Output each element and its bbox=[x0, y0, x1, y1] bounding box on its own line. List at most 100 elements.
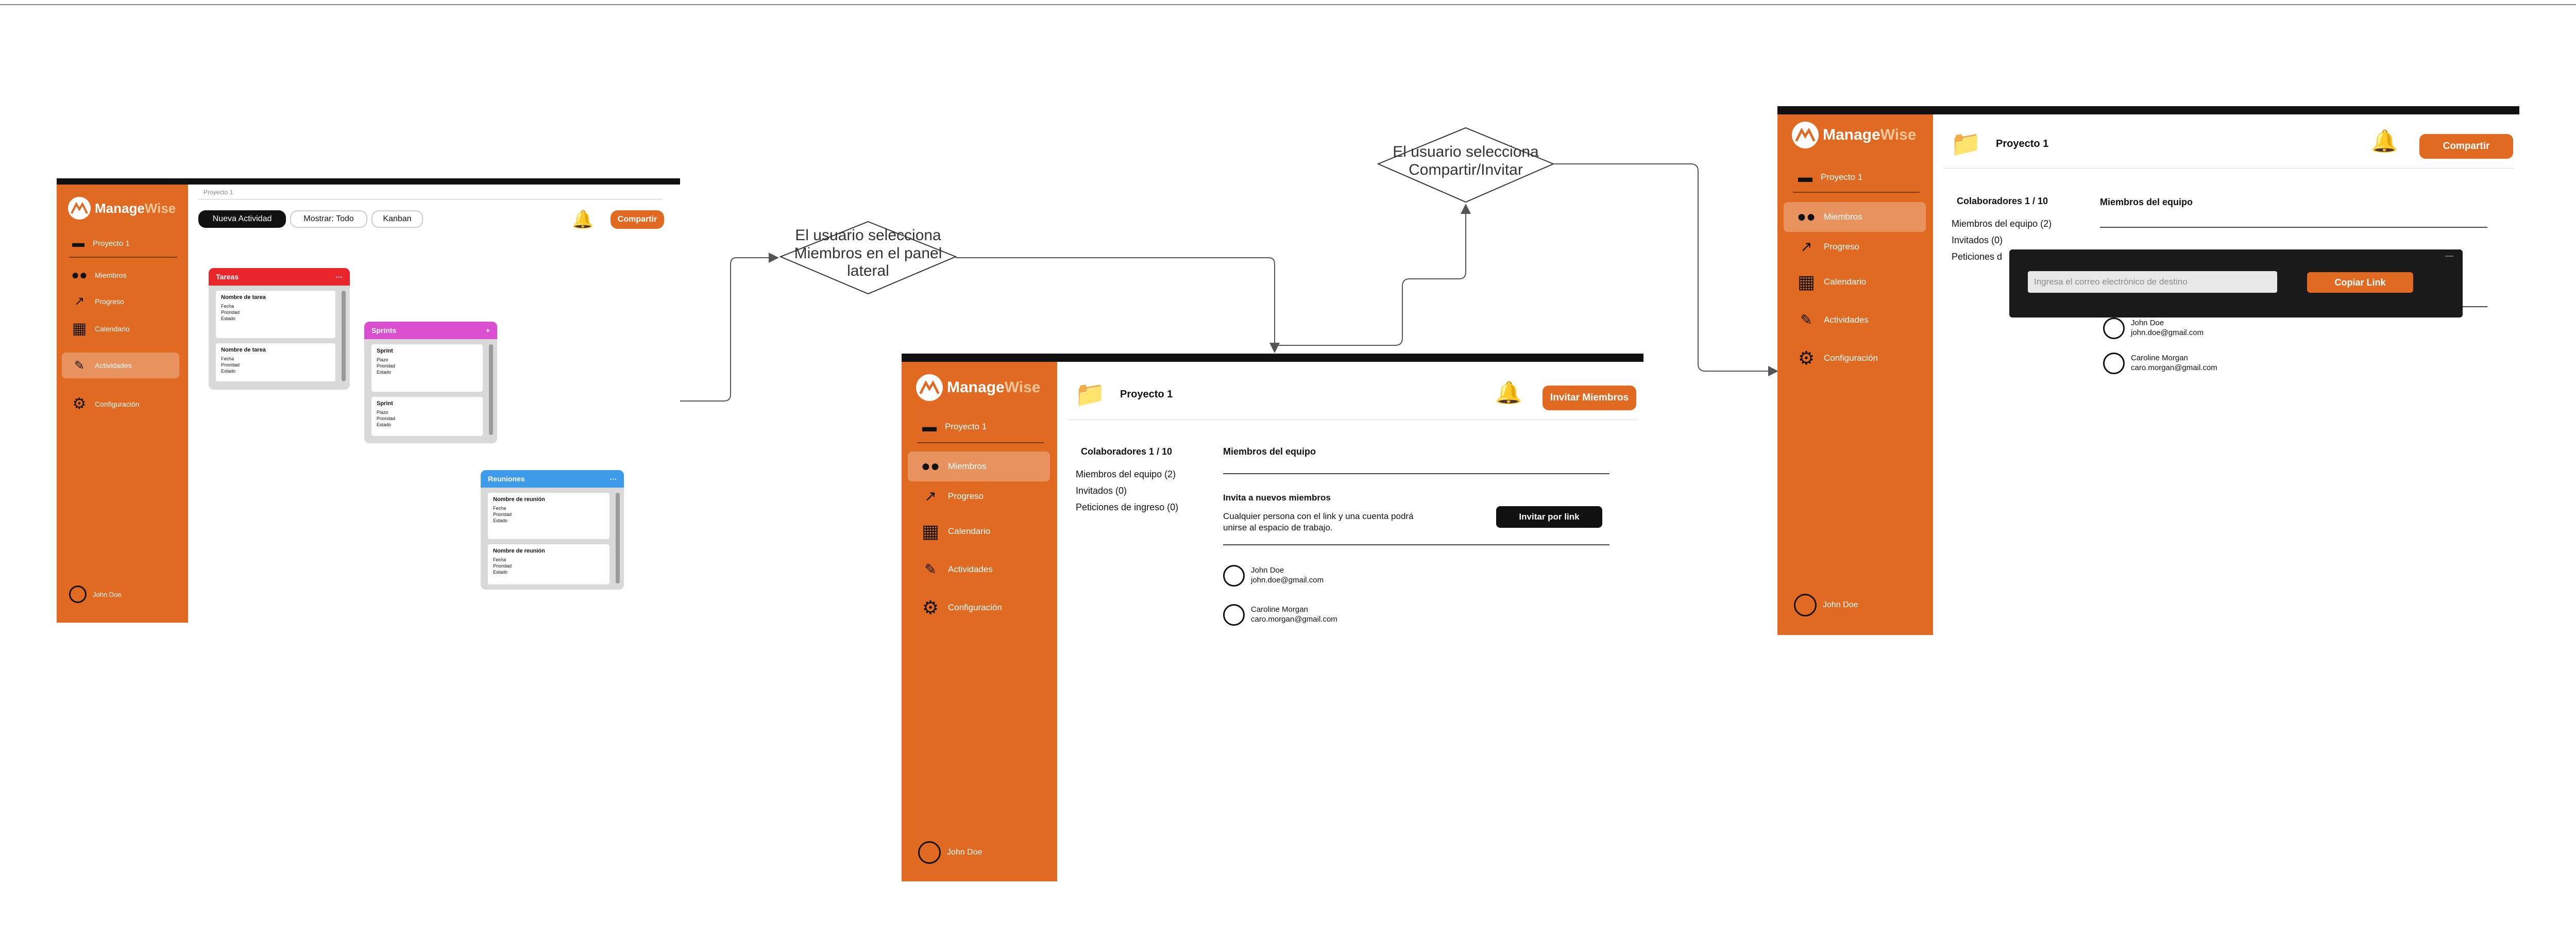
sidebar-item-project[interactable]: ▬ Proyecto 1 bbox=[919, 419, 987, 435]
sidebar-item-progress[interactable]: ↗ Progreso bbox=[919, 488, 984, 505]
more-icon[interactable]: ⋯ bbox=[609, 475, 617, 483]
calendar-icon: ▦ bbox=[921, 521, 939, 542]
user-name: John Doe bbox=[1823, 600, 1858, 609]
logo-mark-icon bbox=[1792, 122, 1819, 148]
team-heading: Miembros del equipo bbox=[2100, 197, 2193, 207]
member-row[interactable]: John Doe john.doe@gmail.com bbox=[1223, 565, 1324, 587]
brand-name: Manage bbox=[947, 379, 1005, 396]
brand-logo: Manage Wise bbox=[916, 374, 1040, 401]
sidebar-item-label: Actividades bbox=[1824, 314, 1869, 325]
sidebar-item-members[interactable]: ●● Miembros bbox=[69, 267, 126, 283]
member-name: John Doe bbox=[2131, 319, 2164, 328]
sidebar-item-calendar[interactable]: ▦ Calendario bbox=[69, 320, 130, 338]
filter-team-members[interactable]: Miembros del equipo (2) bbox=[1076, 469, 1176, 480]
member-row[interactable]: John Doe john.doe@gmail.com bbox=[2103, 318, 2204, 339]
user-profile[interactable]: John Doe bbox=[69, 586, 122, 603]
sidebar-item-progress[interactable]: ↗ Progreso bbox=[69, 294, 124, 309]
filter-join-requests[interactable]: Peticiones d bbox=[1952, 252, 2002, 262]
card-field: Prioridad bbox=[221, 362, 240, 368]
sidebar-item-activities[interactable]: ✎ Actividades bbox=[1795, 311, 1869, 328]
brand-logo: Manage Wise bbox=[68, 197, 176, 220]
sidebar-divider bbox=[917, 442, 1044, 443]
logo-mark-icon bbox=[916, 374, 943, 401]
filter-dropdown[interactable]: Mostrar: Todo bbox=[290, 210, 367, 228]
folder-icon: 📁 bbox=[1951, 130, 1981, 158]
modal-close-button[interactable]: — bbox=[2445, 252, 2453, 261]
chart-up-icon: ↗ bbox=[74, 294, 85, 308]
kanban-card[interactable]: Sprint Plazo Prioridad Estado bbox=[371, 397, 483, 436]
filter-team-members[interactable]: Miembros del equipo (2) bbox=[1952, 219, 2052, 229]
bell-icon[interactable]: 🔔 bbox=[1495, 380, 1522, 406]
decision-members-label: El usuario selecciona Miembros en el pan… bbox=[794, 227, 942, 279]
new-activity-button[interactable]: Nueva Actividad bbox=[198, 210, 286, 228]
invite-members-button[interactable]: Invitar Miembros bbox=[1543, 386, 1636, 410]
more-icon[interactable]: ⋯ bbox=[335, 273, 343, 281]
kanban-card[interactable]: Nombre de reunión Fecha Prioridad Estado bbox=[488, 493, 609, 539]
sidebar-item-activities[interactable]: ✎ Actividades bbox=[919, 561, 993, 578]
card-field: Estado bbox=[493, 570, 508, 575]
share-button[interactable]: Compartir bbox=[611, 210, 664, 229]
sidebar: Manage Wise ▬ Proyecto 1 ●● Miembros ↗ Pr… bbox=[57, 185, 188, 623]
users-icon: ●● bbox=[921, 458, 940, 475]
filter-join-requests[interactable]: Peticiones de ingreso (0) bbox=[1076, 502, 1178, 513]
user-name: John Doe bbox=[947, 848, 982, 857]
card-field: Fecha bbox=[221, 303, 234, 309]
kanban-column-sprints: Sprints + Sprint Plazo Prioridad Estado … bbox=[364, 322, 497, 443]
sidebar-item-settings[interactable]: ⚙ Configuración bbox=[69, 395, 140, 413]
user-profile[interactable]: John Doe bbox=[1794, 594, 1858, 616]
user-profile[interactable]: John Doe bbox=[918, 841, 982, 864]
member-row[interactable]: Caroline Morgan caro.morgan@gmail.com bbox=[2103, 353, 2217, 374]
gear-icon: ⚙ bbox=[922, 597, 939, 618]
member-row[interactable]: Caroline Morgan caro.morgan@gmail.com bbox=[1223, 604, 1337, 626]
card-field: Prioridad bbox=[493, 563, 512, 569]
member-name: Caroline Morgan bbox=[2131, 354, 2188, 363]
sidebar-item-settings[interactable]: ⚙ Configuración bbox=[919, 597, 1002, 619]
column-scrollbar[interactable] bbox=[616, 493, 620, 583]
bell-icon[interactable]: 🔔 bbox=[2371, 129, 2398, 154]
sidebar-item-settings[interactable]: ⚙ Configuración bbox=[1795, 347, 1878, 369]
sidebar-item-members[interactable]: ●● Miembros bbox=[908, 452, 1050, 481]
kanban-card[interactable]: Sprint Plazo Prioridad Estado bbox=[371, 344, 483, 392]
gear-icon: ⚙ bbox=[72, 395, 87, 412]
sidebar-item-progress[interactable]: ↗ Progreso bbox=[1795, 238, 1859, 255]
card-field: Plazo bbox=[377, 409, 388, 415]
kanban-card[interactable]: Nombre de tarea Fecha Prioridad Estado bbox=[216, 291, 335, 338]
member-name: John Doe bbox=[1251, 566, 1284, 575]
sidebar-item-label: Configuración bbox=[948, 603, 1002, 612]
kanban-card[interactable]: Nombre de reunión Fecha Prioridad Estado bbox=[488, 544, 609, 585]
sidebar-item-activities[interactable]: ✎ Actividades bbox=[62, 353, 179, 378]
breadcrumb[interactable]: Proyecto 1 bbox=[204, 189, 233, 196]
sidebar-item-project[interactable]: ▬ Proyecto 1 bbox=[69, 236, 130, 251]
filter-guests[interactable]: Invitados (0) bbox=[1952, 235, 2003, 246]
card-field: Prioridad bbox=[377, 363, 396, 369]
filter-guests[interactable]: Invitados (0) bbox=[1076, 486, 1127, 496]
column-title: Reuniones bbox=[488, 475, 525, 483]
decision-share-label: El usuario selecciona Compartir/Invitar bbox=[1393, 143, 1539, 178]
members-screen: Manage Wise ▬ Proyecto 1 ●● Miembros ↗ Pr… bbox=[902, 354, 1643, 881]
card-field: Estado bbox=[377, 370, 392, 375]
member-email: john.doe@gmail.com bbox=[2131, 328, 2204, 337]
checklist-icon: ✎ bbox=[1800, 312, 1812, 328]
avatar-icon bbox=[1794, 594, 1817, 616]
add-icon[interactable]: + bbox=[486, 326, 490, 335]
sidebar-item-members[interactable]: ●● Miembros bbox=[1784, 202, 1926, 232]
sidebar-item-label: Calendario bbox=[1824, 277, 1867, 287]
view-dropdown[interactable]: Kanban bbox=[371, 210, 423, 228]
email-input[interactable]: Ingresa el correo electrónico de destino bbox=[2028, 271, 2277, 293]
share-button[interactable]: Compartir bbox=[2419, 134, 2513, 159]
card-title: Nombre de tarea bbox=[221, 347, 266, 353]
column-scrollbar[interactable] bbox=[342, 291, 346, 381]
column-scrollbar[interactable] bbox=[489, 344, 493, 435]
sidebar: Manage Wise ▬ Proyecto 1 ●● Miembros ↗ Pr… bbox=[1777, 114, 1933, 635]
copy-link-button[interactable]: Copiar Link bbox=[2307, 272, 2413, 293]
card-field: Estado bbox=[221, 316, 236, 322]
sidebar-item-calendar[interactable]: ▦ Calendario bbox=[1795, 271, 1866, 293]
card-field: Plazo bbox=[377, 357, 388, 362]
invite-by-link-button[interactable]: Invitar por link bbox=[1496, 506, 1602, 528]
member-email: caro.morgan@gmail.com bbox=[2131, 363, 2217, 372]
sidebar-item-project[interactable]: ▬ Proyecto 1 bbox=[1795, 169, 1862, 186]
bell-icon[interactable]: 🔔 bbox=[572, 209, 594, 230]
kanban-card[interactable]: Nombre de tarea Fecha Prioridad Estado bbox=[216, 343, 335, 381]
sidebar-item-calendar[interactable]: ▦ Calendario bbox=[919, 521, 990, 542]
invite-heading: Invita a nuevos miembros bbox=[1223, 493, 1331, 503]
